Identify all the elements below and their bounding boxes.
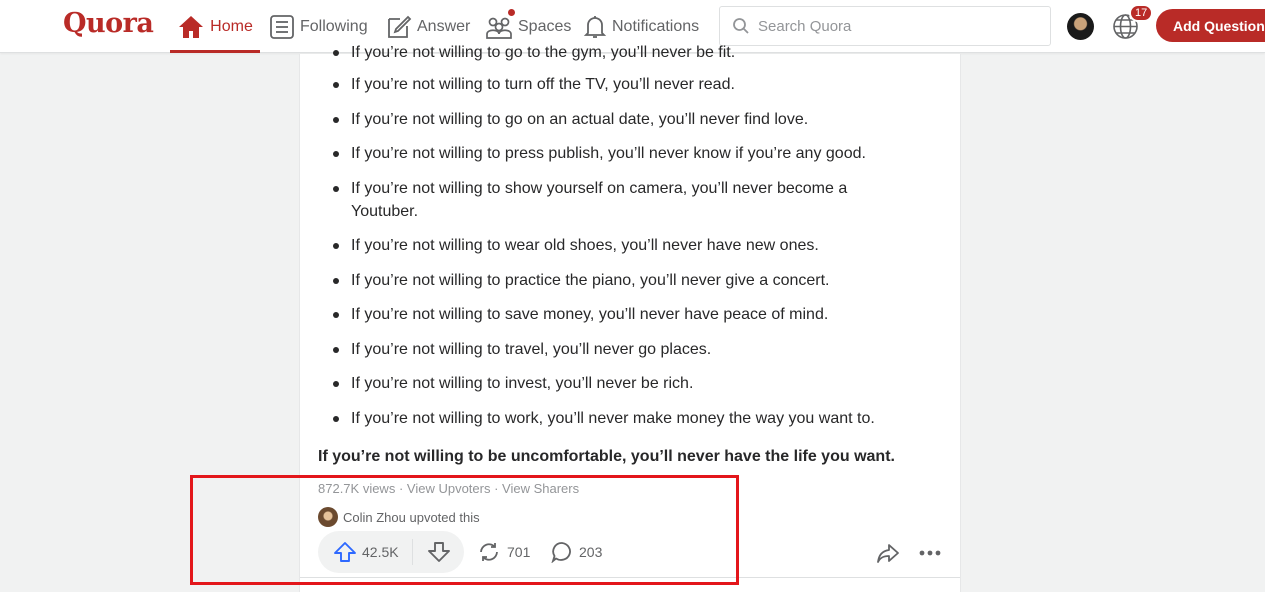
- list-item: If you’re not willing to show yourself o…: [330, 177, 875, 223]
- more-icon: [919, 550, 941, 556]
- reshare-button[interactable]: 701: [477, 541, 530, 563]
- upvote-count: 42.5K: [362, 544, 399, 560]
- user-avatar[interactable]: [1067, 13, 1094, 40]
- home-icon: [179, 15, 204, 38]
- reshare-count: 701: [507, 544, 531, 560]
- search-bar[interactable]: [719, 6, 1051, 46]
- spaces-icon: [486, 17, 512, 39]
- nav-following-label: Following: [300, 17, 368, 35]
- list-item: If you’re not willing to practice the pi…: [330, 269, 900, 292]
- upvoted-by-line: Colin Zhou upvoted this: [318, 507, 480, 527]
- nav-home[interactable]: Home: [170, 0, 260, 53]
- comment-icon: [551, 542, 571, 563]
- share-button[interactable]: [876, 542, 900, 564]
- comment-count: 203: [579, 544, 603, 560]
- list-item: If you’re not willing to press publish, …: [330, 142, 900, 165]
- list-item: If you’re not willing to go on an actual…: [330, 108, 900, 131]
- notification-count-badge: 17: [1129, 4, 1154, 22]
- list-item: If you’re not willing to wear old shoes,…: [330, 234, 900, 257]
- separator: ·: [395, 481, 407, 496]
- list-item: If you’re not willing to travel, you’ll …: [330, 338, 900, 361]
- downvote-arrow-icon: [428, 542, 450, 562]
- list-item: If you’re not willing to work, you’ll ne…: [330, 407, 900, 430]
- search-input[interactable]: [758, 17, 1028, 35]
- add-question-button[interactable]: Add Question: [1156, 9, 1265, 42]
- upvoter-avatar[interactable]: [318, 507, 338, 527]
- comment-button[interactable]: 203: [551, 541, 602, 563]
- answer-conclusion: If you’re not willing to be uncomfortabl…: [318, 448, 895, 465]
- list-item: If you’re not willing to save money, you…: [330, 303, 900, 326]
- bell-icon: [583, 15, 607, 38]
- list-item: If you’re not willing to turn off the TV…: [330, 73, 900, 96]
- answer-card: If you’re not willing to go to the gym, …: [299, 44, 961, 592]
- nav-answer-label: Answer: [417, 17, 471, 35]
- nav-spaces-label: Spaces: [518, 17, 572, 35]
- more-options-button[interactable]: [918, 542, 942, 564]
- quora-logo[interactable]: Quora: [63, 8, 154, 39]
- separator: ·: [490, 481, 503, 496]
- upvote-arrow-icon: [334, 542, 356, 562]
- search-icon: [733, 18, 749, 34]
- divider: [300, 577, 960, 578]
- following-icon: [270, 14, 294, 39]
- answer-stats: 872.7K views · View Upvoters · View Shar…: [318, 481, 579, 496]
- upvote-button[interactable]: 42.5K: [318, 539, 413, 565]
- view-count: 872.7K views: [318, 481, 396, 496]
- list-item: If you’re not willing to invest, you’ll …: [330, 372, 900, 395]
- spaces-unread-dot: [507, 8, 516, 17]
- view-upvoters-link[interactable]: View Upvoters: [407, 481, 491, 496]
- nav-home-label: Home: [210, 17, 253, 35]
- nav-notifications-label: Notifications: [612, 17, 700, 35]
- view-sharers-link[interactable]: View Sharers: [502, 481, 579, 496]
- share-arrow-icon: [877, 544, 899, 563]
- reshare-icon: [480, 543, 498, 561]
- upvoted-by-text[interactable]: Colin Zhou upvoted this: [343, 510, 480, 525]
- answer-icon: [388, 15, 412, 38]
- vote-pill: 42.5K: [318, 531, 464, 573]
- list-item: If you’re not willing to go to the gym, …: [330, 41, 900, 64]
- downvote-button[interactable]: [413, 541, 451, 563]
